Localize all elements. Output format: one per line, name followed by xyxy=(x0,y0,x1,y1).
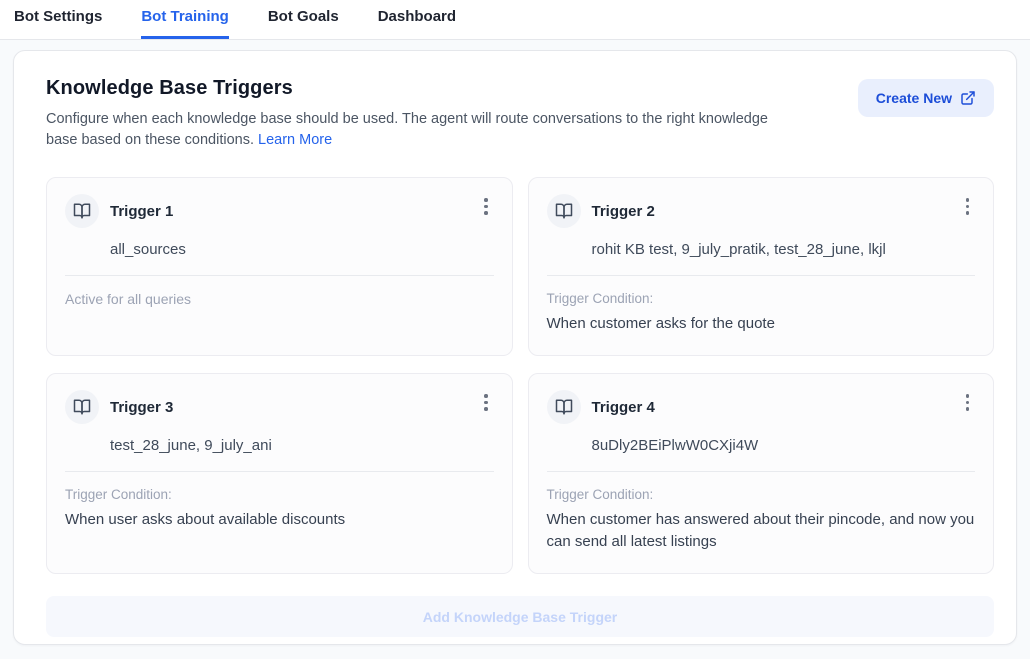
trigger-status: Active for all queries xyxy=(65,291,494,307)
trigger-card-footer: Trigger Condition: When customer asks fo… xyxy=(547,275,976,335)
tab-bot-settings[interactable]: Bot Settings xyxy=(14,0,102,39)
panel-description: Configure when each knowledge base shoul… xyxy=(46,109,768,151)
page-title: Knowledge Base Triggers xyxy=(46,77,768,100)
kebab-menu-icon[interactable] xyxy=(960,390,976,415)
tab-bot-training[interactable]: Bot Training xyxy=(141,0,229,39)
trigger-card-footer: Active for all queries xyxy=(65,275,494,307)
trigger-condition: When customer asks for the quote xyxy=(547,313,976,335)
trigger-card-footer: Trigger Condition: When customer has ans… xyxy=(547,471,976,553)
trigger-sources: rohit KB test, 9_july_pratik, test_28_ju… xyxy=(592,241,976,258)
book-open-icon xyxy=(65,390,99,424)
trigger-card-3: Trigger 3 test_28_june, 9_july_ani Trigg… xyxy=(46,373,513,574)
trigger-card-grid: Trigger 1 all_sources Active for all que… xyxy=(46,177,994,574)
trigger-condition-label: Trigger Condition: xyxy=(547,291,976,306)
trigger-name: Trigger 4 xyxy=(592,399,960,416)
trigger-card-header: Trigger 3 xyxy=(65,390,494,424)
trigger-condition-label: Trigger Condition: xyxy=(65,487,494,502)
kebab-menu-icon[interactable] xyxy=(478,194,494,219)
trigger-name: Trigger 1 xyxy=(110,203,478,220)
add-knowledge-base-trigger-button[interactable]: Add Knowledge Base Trigger xyxy=(46,596,994,637)
trigger-card-2: Trigger 2 rohit KB test, 9_july_pratik, … xyxy=(528,177,995,356)
trigger-name: Trigger 2 xyxy=(592,203,960,220)
create-new-button[interactable]: Create New xyxy=(858,79,994,117)
description-line-2-text: base based on these conditions. xyxy=(46,132,254,148)
panel-header-text: Knowledge Base Triggers Configure when e… xyxy=(46,77,768,151)
trigger-card-1: Trigger 1 all_sources Active for all que… xyxy=(46,177,513,356)
trigger-sources: 8uDly2BEiPlwW0CXji4W xyxy=(592,437,976,454)
trigger-sources: all_sources xyxy=(110,241,494,258)
book-open-icon xyxy=(547,194,581,228)
trigger-card-4: Trigger 4 8uDly2BEiPlwW0CXji4W Trigger C… xyxy=(528,373,995,574)
trigger-name: Trigger 3 xyxy=(110,399,478,416)
kebab-menu-icon[interactable] xyxy=(960,194,976,219)
tab-bot-goals[interactable]: Bot Goals xyxy=(268,0,339,39)
panel-header: Knowledge Base Triggers Configure when e… xyxy=(46,77,994,151)
trigger-condition-label: Trigger Condition: xyxy=(547,487,976,502)
tab-bar: Bot Settings Bot Training Bot Goals Dash… xyxy=(0,0,1030,40)
description-line-2: base based on these conditions. Learn Mo… xyxy=(46,130,768,151)
create-new-label: Create New xyxy=(876,90,952,106)
kebab-menu-icon[interactable] xyxy=(478,390,494,415)
trigger-condition: When user asks about available discounts xyxy=(65,509,494,531)
book-open-icon xyxy=(65,194,99,228)
book-open-icon xyxy=(547,390,581,424)
tab-dashboard[interactable]: Dashboard xyxy=(378,0,456,39)
learn-more-link[interactable]: Learn More xyxy=(258,132,332,148)
trigger-card-footer: Trigger Condition: When user asks about … xyxy=(65,471,494,531)
trigger-condition: When customer has answered about their p… xyxy=(547,509,976,553)
trigger-card-header: Trigger 2 xyxy=(547,194,976,228)
trigger-card-header: Trigger 1 xyxy=(65,194,494,228)
knowledge-base-triggers-panel: Knowledge Base Triggers Configure when e… xyxy=(13,50,1017,645)
trigger-card-header: Trigger 4 xyxy=(547,390,976,424)
trigger-sources: test_28_june, 9_july_ani xyxy=(110,437,494,454)
external-link-icon xyxy=(960,90,976,106)
description-line-1: Configure when each knowledge base shoul… xyxy=(46,109,768,130)
